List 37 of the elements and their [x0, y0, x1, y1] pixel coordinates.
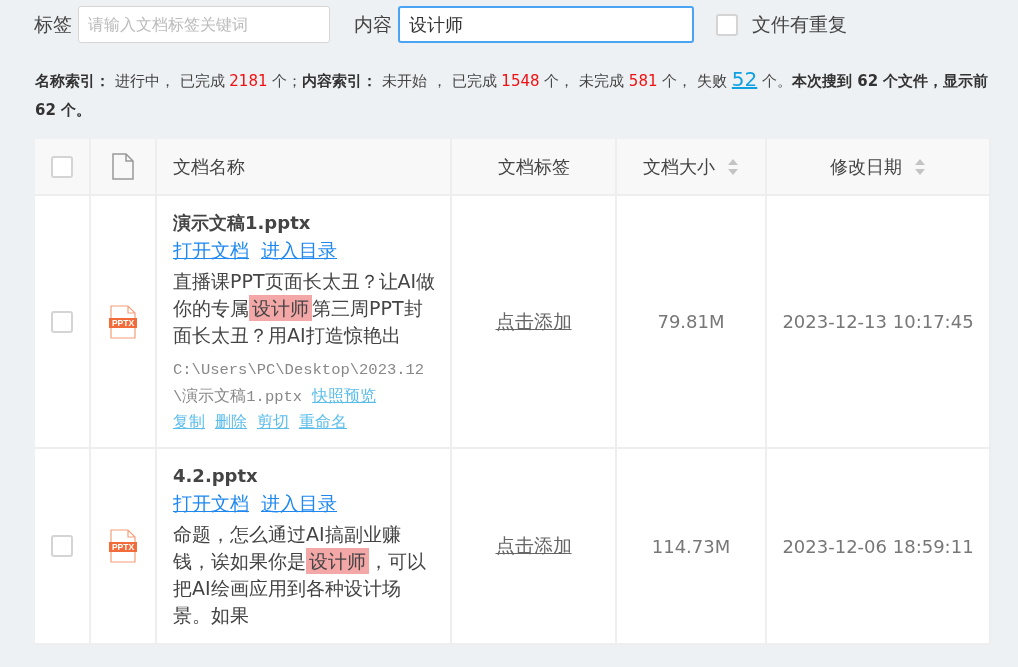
index-status-text: 名称索引： 进行中， 已完成 2181 个；内容索引： 未开始 ， 已完成 1548 个， 未完成 581 个， 失败 52 个。本次搜到 62 个文件，显示前 62 个。 [35, 66, 990, 121]
content-label: 内容 [354, 11, 392, 37]
column-header[interactable]: 修改日期 [830, 154, 902, 179]
file-name: 演示文稿1.pptx [173, 211, 312, 235]
column-header: 文档名称 [173, 154, 245, 179]
action-link[interactable]: 快照预览 [312, 386, 377, 405]
file-path: C:\Users\PC\Desktop\2023.12\演示文稿1.pptx 快照预览 [173, 360, 426, 408]
content-snippet: 直播课PPT页面长太丑？让AI做你的专属 设计师 第三周PPT封面长太丑？用AI打造惊艳出 [173, 269, 436, 348]
action-link[interactable]: 剪切 [257, 412, 289, 431]
content-search-field[interactable]: 设计师 [398, 6, 694, 43]
row-checkbox[interactable] [51, 310, 73, 333]
tag-label: 标签 [34, 11, 72, 37]
file-link[interactable]: 进入目录 [261, 489, 337, 517]
add-tag-link[interactable]: 点击添加 [495, 533, 572, 559]
sort-icon[interactable] [914, 157, 926, 176]
file-link[interactable]: 进入目录 [261, 236, 337, 264]
modified-date: 2023-12-06 18:59:11 [782, 535, 974, 557]
action-link[interactable]: 重命名 [299, 412, 347, 431]
add-tag-link[interactable]: 点击添加 [495, 308, 572, 335]
sort-icon[interactable] [727, 157, 739, 176]
modified-date: 2023-12-13 10:17:45 [782, 311, 974, 332]
row-checkbox[interactable] [51, 535, 73, 557]
duplicate-checkbox[interactable] [716, 13, 738, 36]
file-link[interactable]: 打开文档 [173, 236, 249, 264]
file-link[interactable]: 打开文档 [173, 489, 249, 517]
failed-count-link[interactable]: 52 [731, 67, 758, 91]
duplicate-label: 文件有重复 [752, 11, 847, 37]
action-link[interactable]: 复制 [173, 412, 205, 431]
file-size: 79.81M [657, 311, 725, 332]
column-header: 文档标签 [497, 154, 570, 179]
action-link[interactable]: 删除 [215, 412, 247, 431]
file-name: 4.2.pptx [173, 464, 259, 488]
content-snippet: 命题，怎么通过AI搞副业赚钱，诶如果你是 设计师，可以把AI绘画应用到各种设计场景。如果 [173, 522, 427, 628]
tag-search-field[interactable]: 请输入文档标签关键词 [78, 6, 330, 43]
select-all-checkbox[interactable] [51, 155, 73, 178]
file-size: 114.73M [651, 535, 731, 557]
document-icon [112, 153, 134, 180]
